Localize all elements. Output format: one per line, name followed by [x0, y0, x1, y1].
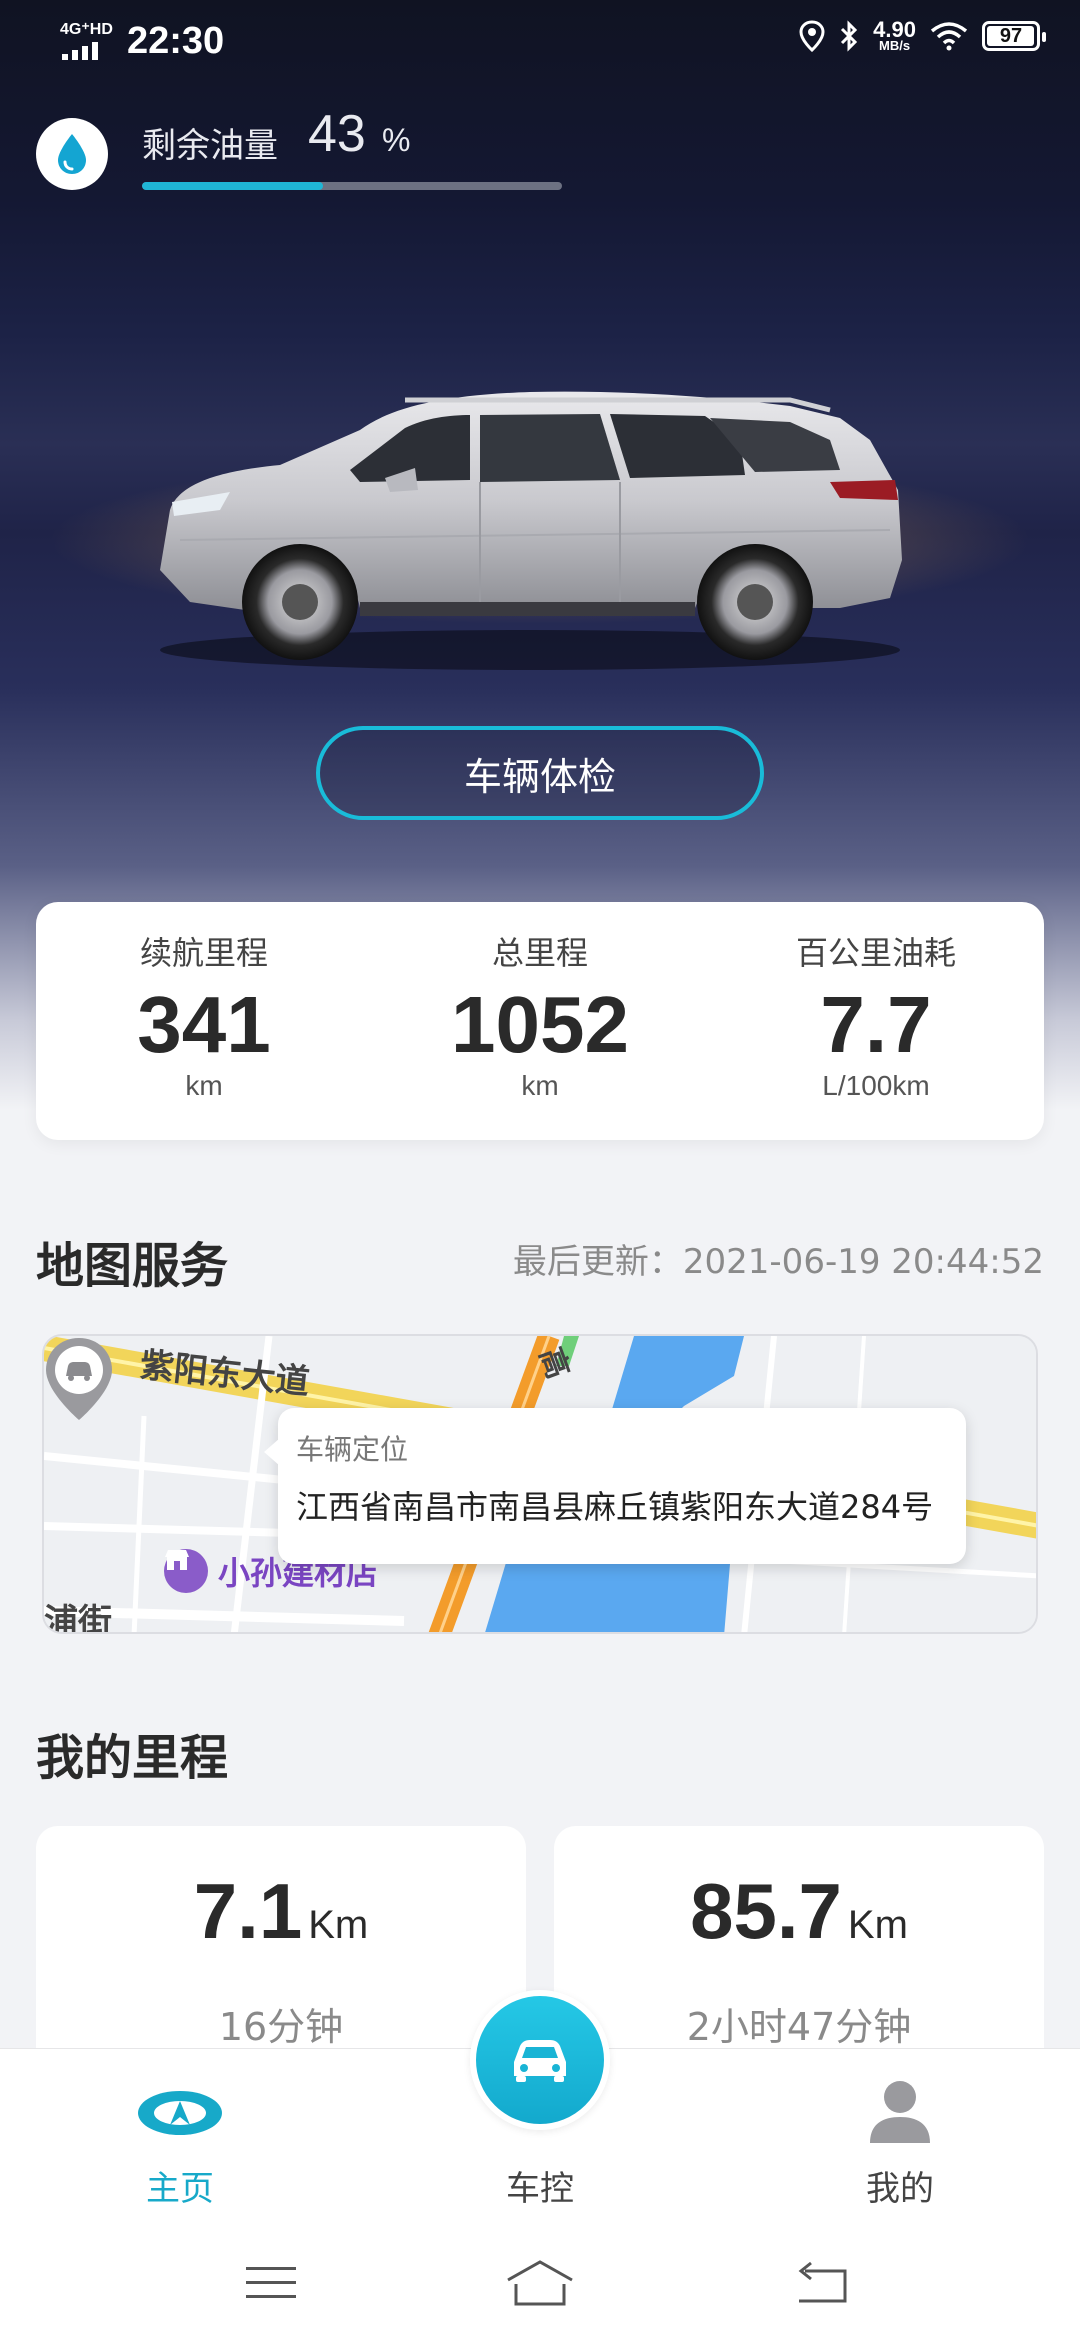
mileage-duration: 16分钟	[218, 2005, 344, 2049]
car-image	[160, 391, 902, 670]
stat-unit: L/100km	[822, 1070, 930, 1101]
vehicle-stats-card: 续航里程 341 km 总里程 1052 km 百公里油耗 7.7 L/100k…	[36, 902, 1044, 1140]
location-icon	[799, 20, 825, 52]
home-icon	[507, 2260, 573, 2306]
nav-profile[interactable]: 我的	[800, 2049, 1000, 2219]
fuel-unit: %	[382, 122, 411, 158]
speed-unit: MB/s	[879, 38, 911, 53]
fuel-value: 43	[308, 105, 366, 163]
battery-icon: 97	[982, 21, 1046, 51]
shop-icon	[164, 1549, 208, 1593]
fuel-progress-fill	[142, 182, 323, 190]
menu-button[interactable]	[226, 2248, 316, 2318]
road-label: 浦街	[44, 1602, 112, 1634]
nav-home[interactable]: 主页	[80, 2049, 280, 2219]
nav-label: 我的	[866, 2169, 934, 2209]
wifi-icon	[930, 22, 968, 51]
map-view[interactable]: 紫阳东大道 高 浦街 小孙建材店 车辆定位 江西省南昌市南昌县麻丘镇紫阳东大道2…	[42, 1334, 1038, 1634]
mileage-value: 7.1 Km	[36, 1866, 526, 1957]
vehicle-location-popup[interactable]: 车辆定位 江西省南昌市南昌县麻丘镇紫阳东大道284号	[264, 1408, 966, 1564]
map-section-title: 地图服务	[36, 1238, 229, 1294]
nav-label: 车控	[506, 2169, 574, 2209]
menu-icon	[246, 2267, 296, 2298]
stat-label: 续航里程	[139, 934, 268, 972]
mileage-number: 85.7	[690, 1867, 842, 1955]
water-drop-icon	[36, 118, 108, 190]
battery-level: 97	[999, 24, 1023, 47]
network-speed: 4.90 MB/s	[873, 19, 916, 53]
popup-address: 江西省南昌市南昌县麻丘镇紫阳东大道284号	[296, 1488, 934, 1526]
mileage-unit: Km	[847, 1903, 908, 1947]
last-updated: 最后更新：2021-06-19 20:44:52	[512, 1242, 1044, 1282]
fuel-progress-bar	[142, 182, 562, 190]
stat-label: 百公里油耗	[795, 934, 956, 972]
stat-range: 续航里程 341 km	[36, 902, 372, 1140]
brand-logo-icon	[138, 2091, 222, 2135]
signal-icon	[62, 42, 98, 60]
network-type: 4G⁺HD	[60, 21, 113, 38]
mileage-duration: 2小时47分钟	[686, 2005, 912, 2049]
back-button[interactable]	[778, 2248, 868, 2318]
mileage-section-title: 我的里程	[36, 1730, 229, 1786]
status-icons: 4.90 MB/s 97	[799, 19, 1046, 53]
mileage-card[interactable]: 85.7 Km 2小时47分钟	[554, 1826, 1044, 2086]
stat-total-mileage: 总里程 1052 km	[372, 902, 708, 1140]
mileage-unit: Km	[308, 1903, 369, 1947]
stat-unit: km	[521, 1070, 559, 1101]
mileage-number: 7.1	[193, 1867, 303, 1955]
bluetooth-icon	[841, 20, 858, 52]
mileage-card[interactable]: 7.1 Km 16分钟	[36, 1826, 526, 2086]
nav-label: 主页	[146, 2169, 214, 2209]
stat-unit: km	[185, 1070, 223, 1101]
home-button[interactable]	[495, 2248, 585, 2318]
vehicle-location-pin-icon[interactable]	[44, 1336, 114, 1422]
stat-fuel-consumption: 百公里油耗 7.7 L/100km	[708, 902, 1044, 1140]
person-icon	[870, 2081, 930, 2143]
clock: 22:30	[127, 20, 225, 62]
status-bar: 4G⁺HD 22:30 4.90 MB/s 97	[0, 0, 1080, 90]
popup-title: 车辆定位	[296, 1433, 409, 1466]
mileage-value: 85.7 Km	[554, 1866, 1044, 1957]
system-navigation-bar	[0, 2218, 1080, 2340]
car-icon	[514, 2040, 566, 2082]
car-control-button[interactable]	[470, 1990, 610, 2130]
stat-value: 7.7	[820, 980, 932, 1069]
fuel-label: 剩余油量	[142, 126, 278, 166]
back-icon	[798, 2261, 847, 2303]
vehicle-check-button[interactable]: 车辆体检	[316, 726, 764, 820]
stat-label: 总里程	[491, 934, 588, 972]
stat-value: 341	[137, 980, 271, 1069]
stat-value: 1052	[451, 980, 629, 1069]
